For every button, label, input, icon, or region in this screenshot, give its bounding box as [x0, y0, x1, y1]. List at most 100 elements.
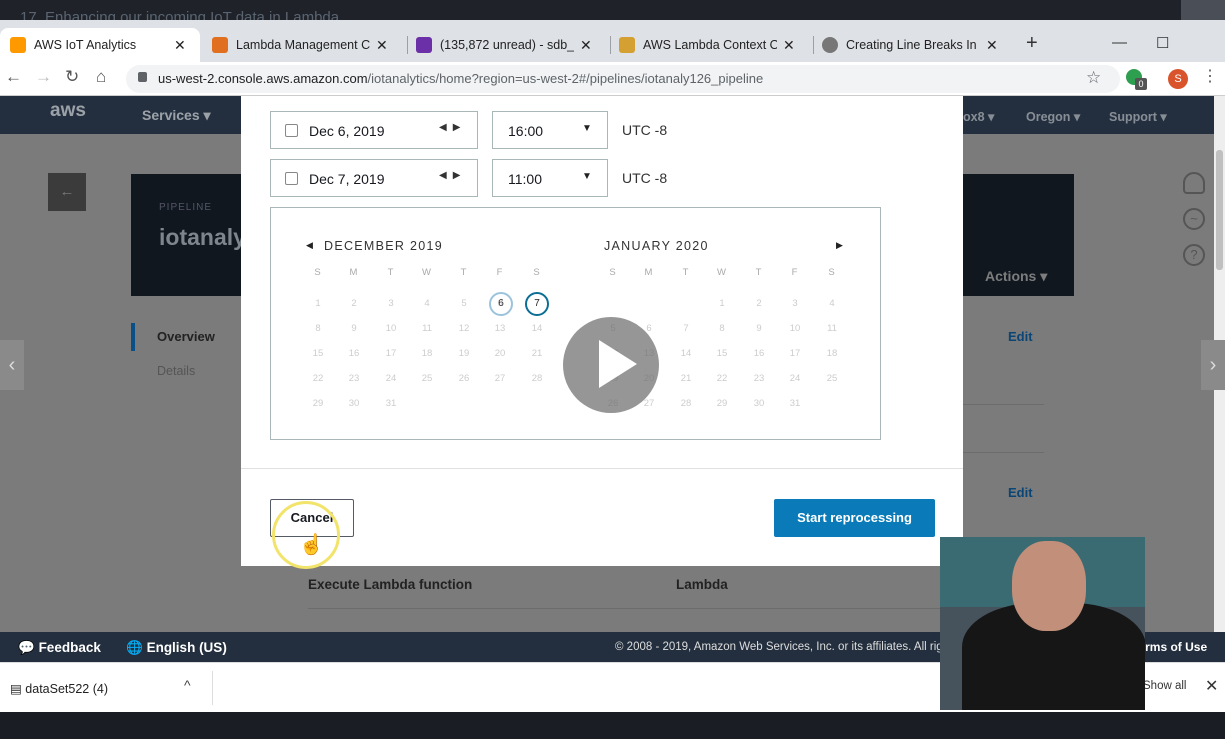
- prev-month-arrow-icon[interactable]: ◀: [306, 240, 313, 251]
- calendar-day[interactable]: 9: [749, 323, 769, 334]
- language-selector[interactable]: 🌐 English (US): [126, 640, 227, 656]
- maximize-icon[interactable]: ☐: [1156, 34, 1169, 52]
- calendar-day[interactable]: 30: [344, 398, 364, 409]
- download-item[interactable]: ▤ dataSet522 (4): [10, 681, 108, 696]
- calendar-day[interactable]: 18: [417, 348, 437, 359]
- calendar-day[interactable]: 10: [381, 323, 401, 334]
- date-step-arrows-icon[interactable]: ◀▶: [439, 122, 466, 133]
- account-menu[interactable]: ox8 ▾: [963, 109, 994, 124]
- calendar-day[interactable]: 11: [417, 323, 437, 334]
- reload-icon[interactable]: ↻: [65, 67, 79, 87]
- calendar-day[interactable]: 15: [308, 348, 328, 359]
- calendar-day[interactable]: 20: [490, 348, 510, 359]
- video-next-arrow-icon[interactable]: ›: [1201, 340, 1225, 390]
- calendar-day[interactable]: 17: [785, 348, 805, 359]
- console-back-button[interactable]: ←: [48, 173, 86, 211]
- calendar-day[interactable]: 14: [527, 323, 547, 334]
- tab-aws-iot-analytics[interactable]: AWS IoT Analytics ✕: [0, 28, 200, 62]
- calendar-day[interactable]: 10: [785, 323, 805, 334]
- scrollbar-thumb[interactable]: [1216, 150, 1223, 270]
- calendar-day[interactable]: 22: [712, 373, 732, 384]
- calendar-day[interactable]: 3: [381, 298, 401, 309]
- tab-yahoo-mail[interactable]: (135,872 unread) - sdb_8@y ✕: [416, 28, 612, 62]
- edit-link[interactable]: Edit: [1008, 329, 1033, 344]
- calendar-day[interactable]: 13: [490, 323, 510, 334]
- calendar-day[interactable]: 12: [454, 323, 474, 334]
- calendar-day[interactable]: 29: [308, 398, 328, 409]
- support-menu[interactable]: Support ▾: [1109, 109, 1167, 124]
- calendar-day[interactable]: 22: [308, 373, 328, 384]
- calendar-day[interactable]: 24: [381, 373, 401, 384]
- edit-link[interactable]: Edit: [1008, 485, 1033, 500]
- calendar-day[interactable]: 5: [454, 298, 474, 309]
- calendar-day[interactable]: 28: [527, 373, 547, 384]
- calendar-day[interactable]: 3: [785, 298, 805, 309]
- back-icon[interactable]: ←: [5, 67, 22, 87]
- help-icon[interactable]: ?: [1183, 244, 1205, 266]
- calendar-day[interactable]: 31: [381, 398, 401, 409]
- aws-logo[interactable]: aws: [50, 100, 86, 122]
- tab-close-icon[interactable]: ✕: [986, 37, 998, 54]
- calendar-day[interactable]: 17: [381, 348, 401, 359]
- calendar-day[interactable]: 7: [676, 323, 696, 334]
- calendar-day[interactable]: 27: [490, 373, 510, 384]
- calendar-day[interactable]: 29: [712, 398, 732, 409]
- browser-menu-icon[interactable]: ⋮: [1202, 66, 1218, 86]
- chevron-up-icon[interactable]: ^: [184, 677, 191, 693]
- calendar-day[interactable]: 16: [749, 348, 769, 359]
- date-step-arrows-icon[interactable]: ◀▶: [439, 170, 466, 181]
- calendar-day[interactable]: 25: [822, 373, 842, 384]
- selected-start-day[interactable]: 6: [489, 292, 513, 316]
- tab-line-breaks-java[interactable]: Creating Line Breaks In Java ✕: [822, 28, 1018, 62]
- url-omnibox[interactable]: us-west-2.console.aws.amazon.com/iotanal…: [126, 65, 1120, 93]
- calendar-day[interactable]: 21: [676, 373, 696, 384]
- calendar-day[interactable]: 16: [344, 348, 364, 359]
- show-all-link[interactable]: Show all: [1143, 680, 1186, 692]
- bookmark-star-icon[interactable]: ☆: [1086, 68, 1101, 88]
- calendar-day[interactable]: 1: [308, 298, 328, 309]
- sidebar-item-details[interactable]: Details: [157, 364, 195, 378]
- tab-close-icon[interactable]: ✕: [174, 37, 186, 54]
- close-icon[interactable]: ✕: [1205, 676, 1218, 696]
- calendar-day[interactable]: 4: [822, 298, 842, 309]
- calendar-day[interactable]: 4: [417, 298, 437, 309]
- services-menu[interactable]: Services ▾: [142, 107, 211, 124]
- calendar-day[interactable]: 15: [712, 348, 732, 359]
- video-prev-arrow-icon[interactable]: ‹: [0, 340, 24, 390]
- calendar-day[interactable]: 24: [785, 373, 805, 384]
- start-time-select[interactable]: 16:00 ▼: [492, 111, 608, 149]
- region-menu[interactable]: Oregon ▾: [1026, 109, 1080, 124]
- calendar-day[interactable]: 18: [822, 348, 842, 359]
- start-date-picker[interactable]: Dec 6, 2019 ◀▶: [270, 111, 478, 149]
- end-time-select[interactable]: 11:00 ▼: [492, 159, 608, 197]
- tab-close-icon[interactable]: ✕: [580, 37, 592, 54]
- calendar-day[interactable]: 19: [454, 348, 474, 359]
- calendar-day[interactable]: 26: [454, 373, 474, 384]
- url-text[interactable]: us-west-2.console.aws.amazon.com/iotanal…: [158, 71, 763, 86]
- calendar-day[interactable]: 2: [344, 298, 364, 309]
- calendar-day[interactable]: 11: [822, 323, 842, 334]
- minimize-icon[interactable]: —: [1112, 34, 1127, 51]
- calendar-day[interactable]: 2: [749, 298, 769, 309]
- notifications-bell-icon[interactable]: [1183, 172, 1205, 194]
- calendar-day[interactable]: 21: [527, 348, 547, 359]
- calendar-day[interactable]: 31: [785, 398, 805, 409]
- calendar-day[interactable]: 28: [676, 398, 696, 409]
- tab-lambda-management[interactable]: Lambda Management Cons ✕: [212, 28, 412, 62]
- tab-lambda-context-object[interactable]: AWS Lambda Context Obje ✕: [619, 28, 815, 62]
- forward-icon[interactable]: →: [35, 67, 52, 87]
- calendar-day[interactable]: 8: [712, 323, 732, 334]
- feedback-link[interactable]: 💬 Feedback: [18, 640, 101, 656]
- calendar-day[interactable]: 23: [749, 373, 769, 384]
- calendar-day[interactable]: 23: [344, 373, 364, 384]
- profile-avatar[interactable]: S: [1168, 69, 1188, 89]
- new-tab-plus-icon[interactable]: +: [1026, 32, 1038, 55]
- actions-dropdown[interactable]: Actions ▾: [985, 268, 1047, 285]
- tab-close-icon[interactable]: ✕: [783, 37, 795, 54]
- end-date-picker[interactable]: Dec 7, 2019 ◀▶: [270, 159, 478, 197]
- health-pulse-icon[interactable]: ~: [1183, 208, 1205, 230]
- home-icon[interactable]: ⌂: [96, 67, 106, 87]
- calendar-day[interactable]: 25: [417, 373, 437, 384]
- calendar-day[interactable]: 14: [676, 348, 696, 359]
- calendar-day[interactable]: 30: [749, 398, 769, 409]
